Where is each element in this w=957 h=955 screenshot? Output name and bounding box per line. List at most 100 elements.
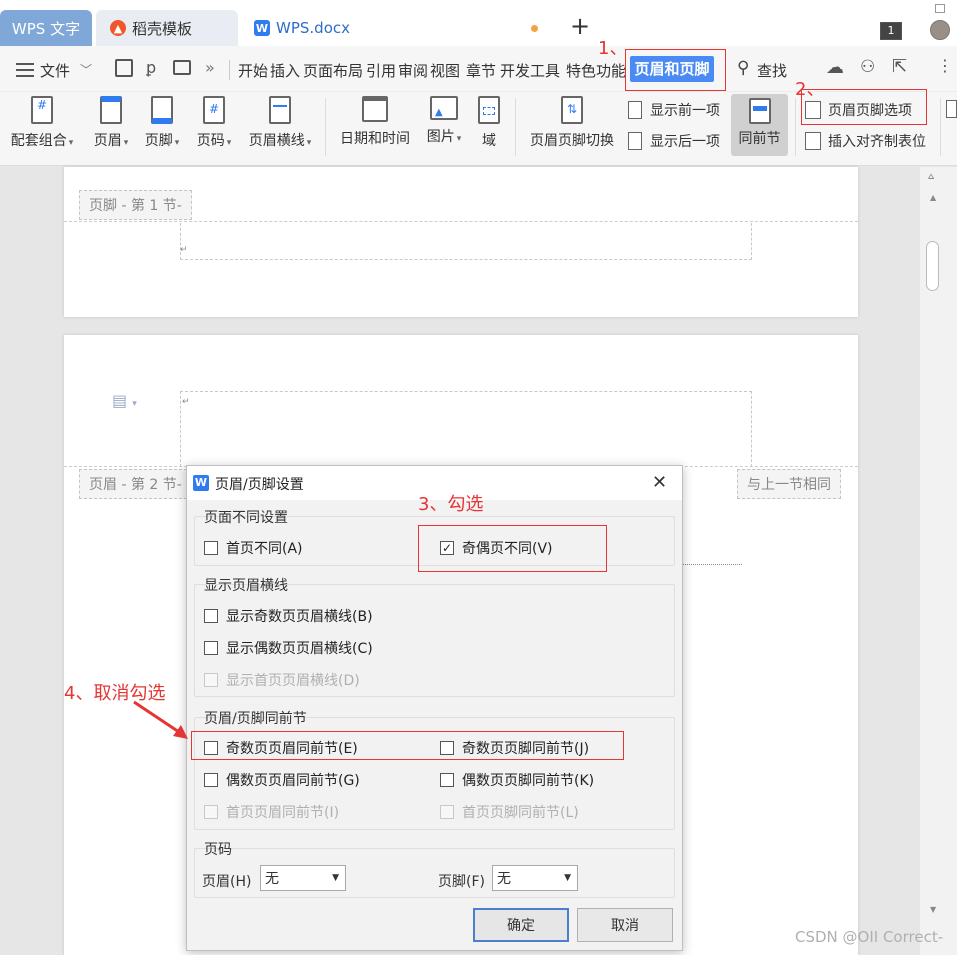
field-label: 域 bbox=[482, 133, 496, 149]
datetime-button[interactable]: 日期和时间 bbox=[336, 96, 414, 148]
document-menu-icon[interactable]: ▤ ▾ bbox=[112, 391, 137, 410]
header-label: 页眉 bbox=[93, 133, 122, 149]
picture-label: 图片 bbox=[426, 129, 455, 145]
ribbon-separator bbox=[795, 98, 796, 156]
menu-item-3[interactable]: 引用 bbox=[366, 60, 396, 81]
page-1: 页脚 - 第 1 节- ↵ bbox=[64, 167, 858, 317]
restore-window-icon[interactable] bbox=[935, 4, 945, 13]
format-painter-icon[interactable]: ꝑ bbox=[146, 58, 156, 77]
picture-button[interactable]: ▲ 图片 ▾ bbox=[424, 96, 464, 146]
more-chevron-icon[interactable]: » bbox=[205, 58, 215, 77]
ribbon-separator bbox=[515, 98, 516, 156]
menu-item-4[interactable]: 审阅 bbox=[398, 60, 428, 81]
combo-label: 配套组合 bbox=[10, 133, 67, 149]
menu-item-6[interactable]: 章节 bbox=[466, 60, 496, 81]
avatar[interactable] bbox=[930, 20, 950, 40]
vertical-scrollbar[interactable]: ⩟ ▲ ▼ bbox=[920, 167, 957, 955]
file-menu[interactable]: 文件 bbox=[40, 60, 70, 81]
page-number-button[interactable]: # 页码 ▾ bbox=[195, 96, 233, 150]
annotation-box-3 bbox=[418, 525, 607, 572]
ribbon-separator bbox=[325, 98, 326, 156]
scroll-up-icon[interactable]: ▲ bbox=[930, 193, 936, 202]
footer-position-value: 无 bbox=[497, 871, 511, 887]
show-first-line-label: 显示首页页眉横线(D) bbox=[226, 673, 360, 689]
datetime-label: 日期和时间 bbox=[340, 131, 410, 147]
checkbox-box[interactable] bbox=[204, 609, 218, 623]
show-odd-line-label: 显示奇数页页眉横线(B) bbox=[226, 609, 373, 625]
page-number-group-title: 页码 bbox=[204, 842, 232, 858]
new-tab-button[interactable]: + bbox=[570, 14, 590, 38]
annotation-step-3: 3、勾选 bbox=[418, 494, 484, 515]
chevron-down-icon[interactable]: ﹀ bbox=[80, 61, 92, 78]
scroll-down-icon[interactable]: ▼ bbox=[930, 905, 936, 914]
header-position-select[interactable]: 无 ▼ bbox=[260, 865, 346, 891]
checkbox-box[interactable] bbox=[440, 773, 454, 787]
share-user-icon[interactable]: ⚇ bbox=[860, 57, 875, 77]
checkbox-box[interactable] bbox=[204, 773, 218, 787]
header-lines-group-title: 显示页眉横线 bbox=[204, 578, 288, 594]
menu-item-5[interactable]: 视图 bbox=[430, 60, 460, 81]
footer-area[interactable] bbox=[180, 223, 752, 260]
footer-position-select[interactable]: 无 ▼ bbox=[492, 865, 578, 891]
tab-template[interactable]: ▲ 稻壳模板 bbox=[96, 10, 238, 46]
show-previous-label: 显示前一项 bbox=[650, 103, 720, 119]
annotation-step-1: 1、 bbox=[598, 38, 628, 59]
same-as-previous-tag: 与上一节相同 bbox=[737, 469, 841, 499]
menu-item-8[interactable]: 特色功能 bbox=[566, 60, 626, 81]
footer-label: 页脚 bbox=[144, 133, 173, 149]
ok-button[interactable]: 确定 bbox=[473, 908, 569, 942]
close-icon[interactable]: ✕ bbox=[652, 472, 667, 493]
cloud-icon[interactable]: ☁ bbox=[826, 57, 844, 78]
same-as-previous-label: 同前节 bbox=[738, 131, 781, 147]
calendar-icon bbox=[362, 96, 388, 122]
field-button[interactable]: 域 bbox=[476, 96, 502, 150]
checkbox-box bbox=[204, 673, 218, 687]
even-header-same-label: 偶数页页眉同前节(G) bbox=[226, 773, 360, 789]
same-as-previous-icon bbox=[748, 98, 771, 124]
search-label[interactable]: 查找 bbox=[757, 60, 787, 81]
picture-icon: ▲ bbox=[430, 96, 458, 120]
print-icon[interactable] bbox=[173, 60, 191, 75]
combo-icon: # bbox=[31, 96, 53, 124]
tab-wps-text[interactable]: WPS 文字 bbox=[0, 10, 92, 46]
menu-item-2[interactable]: 页面布局 bbox=[303, 60, 363, 81]
menu-item-0[interactable]: 开始 bbox=[238, 60, 268, 81]
save-icon[interactable] bbox=[115, 59, 133, 77]
checkbox-box[interactable] bbox=[204, 541, 218, 555]
first-header-same-checkbox: 首页页眉同前节(I) bbox=[204, 802, 339, 822]
header-button[interactable]: 页眉 ▾ bbox=[92, 96, 130, 150]
even-footer-same-checkbox[interactable]: 偶数页页脚同前节(K) bbox=[440, 770, 594, 790]
window-count-badge[interactable]: 1 bbox=[880, 22, 902, 40]
footer-icon bbox=[151, 96, 173, 124]
switch-header-footer-button[interactable]: ⇅ 页眉页脚切换 bbox=[526, 96, 618, 150]
scrollbar-thumb[interactable] bbox=[926, 241, 939, 291]
show-even-line-checkbox[interactable]: 显示偶数页页眉横线(C) bbox=[204, 638, 373, 658]
menu-item-1[interactable]: 插入 bbox=[270, 60, 300, 81]
same-as-previous-button[interactable]: 同前节 bbox=[731, 94, 788, 156]
show-odd-line-checkbox[interactable]: 显示奇数页页眉横线(B) bbox=[204, 606, 373, 626]
checkbox-box[interactable] bbox=[204, 641, 218, 655]
first-page-diff-label: 首页不同(A) bbox=[226, 541, 303, 557]
dropdown-arrow-icon: ▼ bbox=[564, 873, 571, 883]
unsaved-dot-icon bbox=[531, 25, 538, 32]
footer-button[interactable]: 页脚 ▾ bbox=[143, 96, 181, 150]
first-page-diff-checkbox[interactable]: 首页不同(A) bbox=[204, 538, 303, 558]
header-area[interactable] bbox=[180, 391, 752, 467]
hamburger-icon[interactable] bbox=[16, 63, 34, 77]
cancel-button[interactable]: 取消 bbox=[577, 908, 673, 942]
more-options-icon[interactable]: ⋮ bbox=[937, 56, 953, 75]
ribbon-toolbar: # 配套组合 ▾ 页眉 ▾ 页脚 ▾ # 页码 ▾ 页眉横线 ▾ 日期和时间 ▲ 图片 ▾ … bbox=[0, 89, 957, 166]
tab-document[interactable]: W WPS.docx bbox=[242, 10, 552, 46]
combo-button[interactable]: # 配套组合 ▾ bbox=[10, 96, 74, 150]
annotation-box-4 bbox=[191, 731, 624, 760]
show-previous-button[interactable]: 显示前一项 bbox=[628, 100, 720, 120]
show-next-button[interactable]: 显示后一项 bbox=[628, 131, 720, 151]
export-icon[interactable]: ⇱ bbox=[892, 56, 907, 77]
scroll-top-icon[interactable]: ⩟ bbox=[928, 171, 934, 182]
even-header-same-checkbox[interactable]: 偶数页页眉同前节(G) bbox=[204, 770, 360, 790]
header-line-button[interactable]: 页眉横线 ▾ bbox=[245, 96, 315, 150]
insert-tab-stop-button[interactable]: 插入对齐制表位 bbox=[805, 131, 926, 151]
menu-item-7[interactable]: 开发工具 bbox=[500, 60, 560, 81]
search-icon[interactable]: ⚲ bbox=[737, 58, 749, 78]
more-ribbon-icon[interactable] bbox=[946, 100, 957, 118]
